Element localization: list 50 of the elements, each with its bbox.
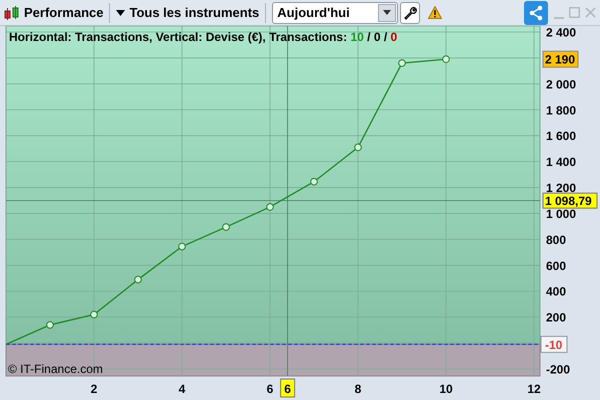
y-axis-label: 1 800 — [546, 103, 576, 118]
y-axis-label: 1 200 — [546, 181, 576, 196]
data-point — [354, 144, 362, 152]
copyright-text: © IT-Finance.com — [8, 361, 103, 378]
candlestick-icon — [4, 4, 20, 20]
data-point — [266, 203, 274, 211]
data-point — [398, 59, 406, 67]
data-point — [90, 310, 98, 318]
data-point — [310, 178, 318, 186]
data-point — [222, 223, 230, 231]
y-axis-label: 200 — [546, 310, 566, 325]
ref-line-label: -10 — [545, 338, 563, 352]
crosshair-y-label: 1 098,79 — [542, 192, 598, 209]
ref-line-label: 6 — [284, 382, 292, 396]
wrench-button[interactable] — [400, 2, 420, 24]
y-axis-label: 2 000 — [546, 77, 576, 92]
period-value: Aujourd'hui — [277, 4, 350, 22]
x-axis-label: 6 — [266, 382, 274, 396]
baseline-label: -10 — [540, 336, 568, 353]
wrench-icon — [403, 6, 418, 20]
share-button[interactable] — [524, 0, 548, 24]
y-axis-label: 1 600 — [546, 129, 576, 144]
ref-line-label: 1 098,79 — [545, 194, 592, 208]
y-axis-label: 2 400 — [546, 26, 576, 40]
y-axis-label: -200 — [546, 362, 570, 376]
y-axis-label: 400 — [546, 284, 566, 299]
caret-icon — [383, 10, 392, 15]
last-value-label: 2 190 — [542, 50, 578, 68]
crosshair-x-label: 6 — [280, 378, 296, 398]
warning-icon[interactable] — [428, 6, 442, 19]
share-icon — [528, 4, 544, 20]
period-dropdown[interactable]: Aujourd'hui — [272, 2, 398, 24]
x-axis-label: 2 — [90, 382, 98, 396]
chart-header: Horizontal: Transactions, Vertical: Devise (€), Transactions: 10 / 0 / 0 — [9, 29, 398, 46]
y-axis-label: 800 — [546, 232, 566, 247]
data-point — [178, 242, 186, 250]
y-axis-label: 1 400 — [546, 155, 576, 170]
x-axis-label: 10 — [439, 382, 453, 396]
instruments-dropdown[interactable]: Tous les instruments — [116, 2, 260, 22]
caret-icon — [116, 10, 126, 16]
x-axis-label: 12 — [527, 382, 541, 396]
data-point — [46, 321, 54, 329]
x-axis-label: 8 — [354, 382, 362, 396]
data-point — [442, 55, 450, 64]
y-axis-label: 600 — [546, 258, 566, 273]
performance-button[interactable]: Performance — [24, 2, 104, 22]
data-point — [134, 276, 142, 284]
x-axis-label: 4 — [178, 382, 186, 396]
dropdown-arrow-button[interactable] — [378, 4, 396, 22]
y-axis-label: 1 000 — [546, 206, 576, 221]
